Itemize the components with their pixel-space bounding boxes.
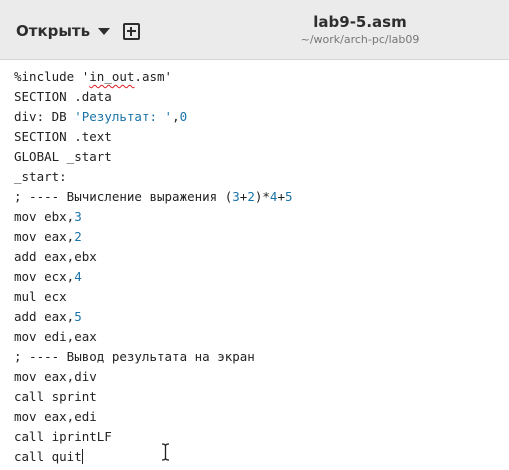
document-title: lab9-5.asm — [313, 13, 407, 31]
code-token: , — [172, 109, 180, 124]
code-token: ; ---- Вычисление выражения ( — [14, 189, 233, 204]
code-line[interactable]: ; ---- Вычисление выражения (3+2)*4+5 — [14, 187, 293, 207]
dropdown-icon[interactable] — [98, 27, 111, 35]
number-token: 5 — [284, 189, 293, 204]
code-line[interactable]: add eax,5 — [14, 307, 293, 327]
code-line[interactable]: GLOBAL _start — [14, 147, 293, 167]
string-token: 'Результат: ' — [74, 109, 173, 124]
open-button-label: Открыть — [16, 22, 91, 40]
code-line[interactable]: mov eax,edi — [14, 407, 293, 427]
code-token: mov ecx, — [14, 269, 75, 284]
code-token: call sprint — [14, 389, 97, 404]
number-token: 5 — [74, 309, 82, 324]
code-token: mov eax,edi — [14, 409, 97, 424]
code-line[interactable]: ; ---- Вывод результата на экран — [14, 347, 293, 367]
code-line[interactable]: SECTION .data — [14, 87, 293, 107]
text-cursor-icon — [161, 443, 170, 461]
code-token: mov ebx, — [14, 209, 75, 224]
number-token: 4 — [74, 269, 82, 284]
code-line[interactable]: call quit — [14, 447, 293, 467]
code-token: mov edi,eax — [14, 329, 97, 344]
code-line[interactable]: add eax,ebx — [14, 247, 293, 267]
number-token: 2 — [74, 229, 82, 244]
code-token: mov eax, — [14, 229, 75, 244]
code-token: %include ' — [14, 69, 90, 84]
number-token: 3 — [74, 209, 82, 224]
code-line[interactable]: %include 'in_out.asm' — [14, 67, 293, 87]
misspelled-token: in_out — [89, 69, 135, 84]
code-token: div: DB — [14, 109, 75, 124]
code-area[interactable]: %include 'in_out.asm' SECTION .data div: D… — [14, 67, 293, 467]
code-token: + — [277, 189, 285, 204]
number-token: 2 — [247, 189, 255, 204]
code-token: mov eax,div — [14, 369, 97, 384]
number-token: 3 — [232, 189, 240, 204]
code-line[interactable]: mov ebx,3 — [14, 207, 293, 227]
new-tab-button[interactable] — [118, 18, 144, 44]
code-token: SECTION .data — [14, 89, 112, 104]
code-line[interactable]: call sprint — [14, 387, 293, 407]
code-token: call quit — [14, 449, 82, 464]
code-token: SECTION .text — [14, 129, 112, 144]
code-line[interactable]: mul ecx — [14, 287, 293, 307]
document-path: ~/work/arch-pc/lab09 — [300, 33, 420, 46]
header-bar: Открыть lab9-5.asm ~/work/arch-pc/lab09 — [0, 0, 509, 60]
code-line[interactable]: _start: — [14, 167, 293, 187]
title-block: lab9-5.asm ~/work/arch-pc/lab09 — [260, 12, 460, 48]
code-line[interactable]: mov eax,2 — [14, 227, 293, 247]
number-token: 0 — [179, 109, 188, 124]
code-token: call iprintLF — [14, 429, 112, 444]
code-token: add eax,ebx — [14, 249, 97, 264]
code-token: _start: — [14, 169, 67, 184]
code-token: .asm' — [134, 69, 173, 84]
code-token: mul ecx — [14, 289, 67, 304]
code-token: GLOBAL _start — [14, 149, 112, 164]
text-editor[interactable]: %include 'in_out.asm' SECTION .data div: D… — [0, 61, 509, 470]
new-tab-icon — [122, 22, 140, 40]
code-line[interactable]: mov edi,eax — [14, 327, 293, 347]
code-token: )* — [254, 189, 270, 204]
code-line[interactable]: SECTION .text — [14, 127, 293, 147]
code-token: ; ---- Вывод результата на экран — [14, 349, 255, 364]
open-button[interactable]: Открыть — [8, 15, 111, 47]
code-line[interactable]: mov ecx,4 — [14, 267, 293, 287]
text-caret — [81, 449, 83, 464]
code-line[interactable]: call iprintLF — [14, 427, 293, 447]
code-line[interactable]: div: DB 'Результат: ',0 — [14, 107, 293, 127]
code-token: add eax, — [14, 309, 75, 324]
code-line[interactable]: mov eax,div — [14, 367, 293, 387]
